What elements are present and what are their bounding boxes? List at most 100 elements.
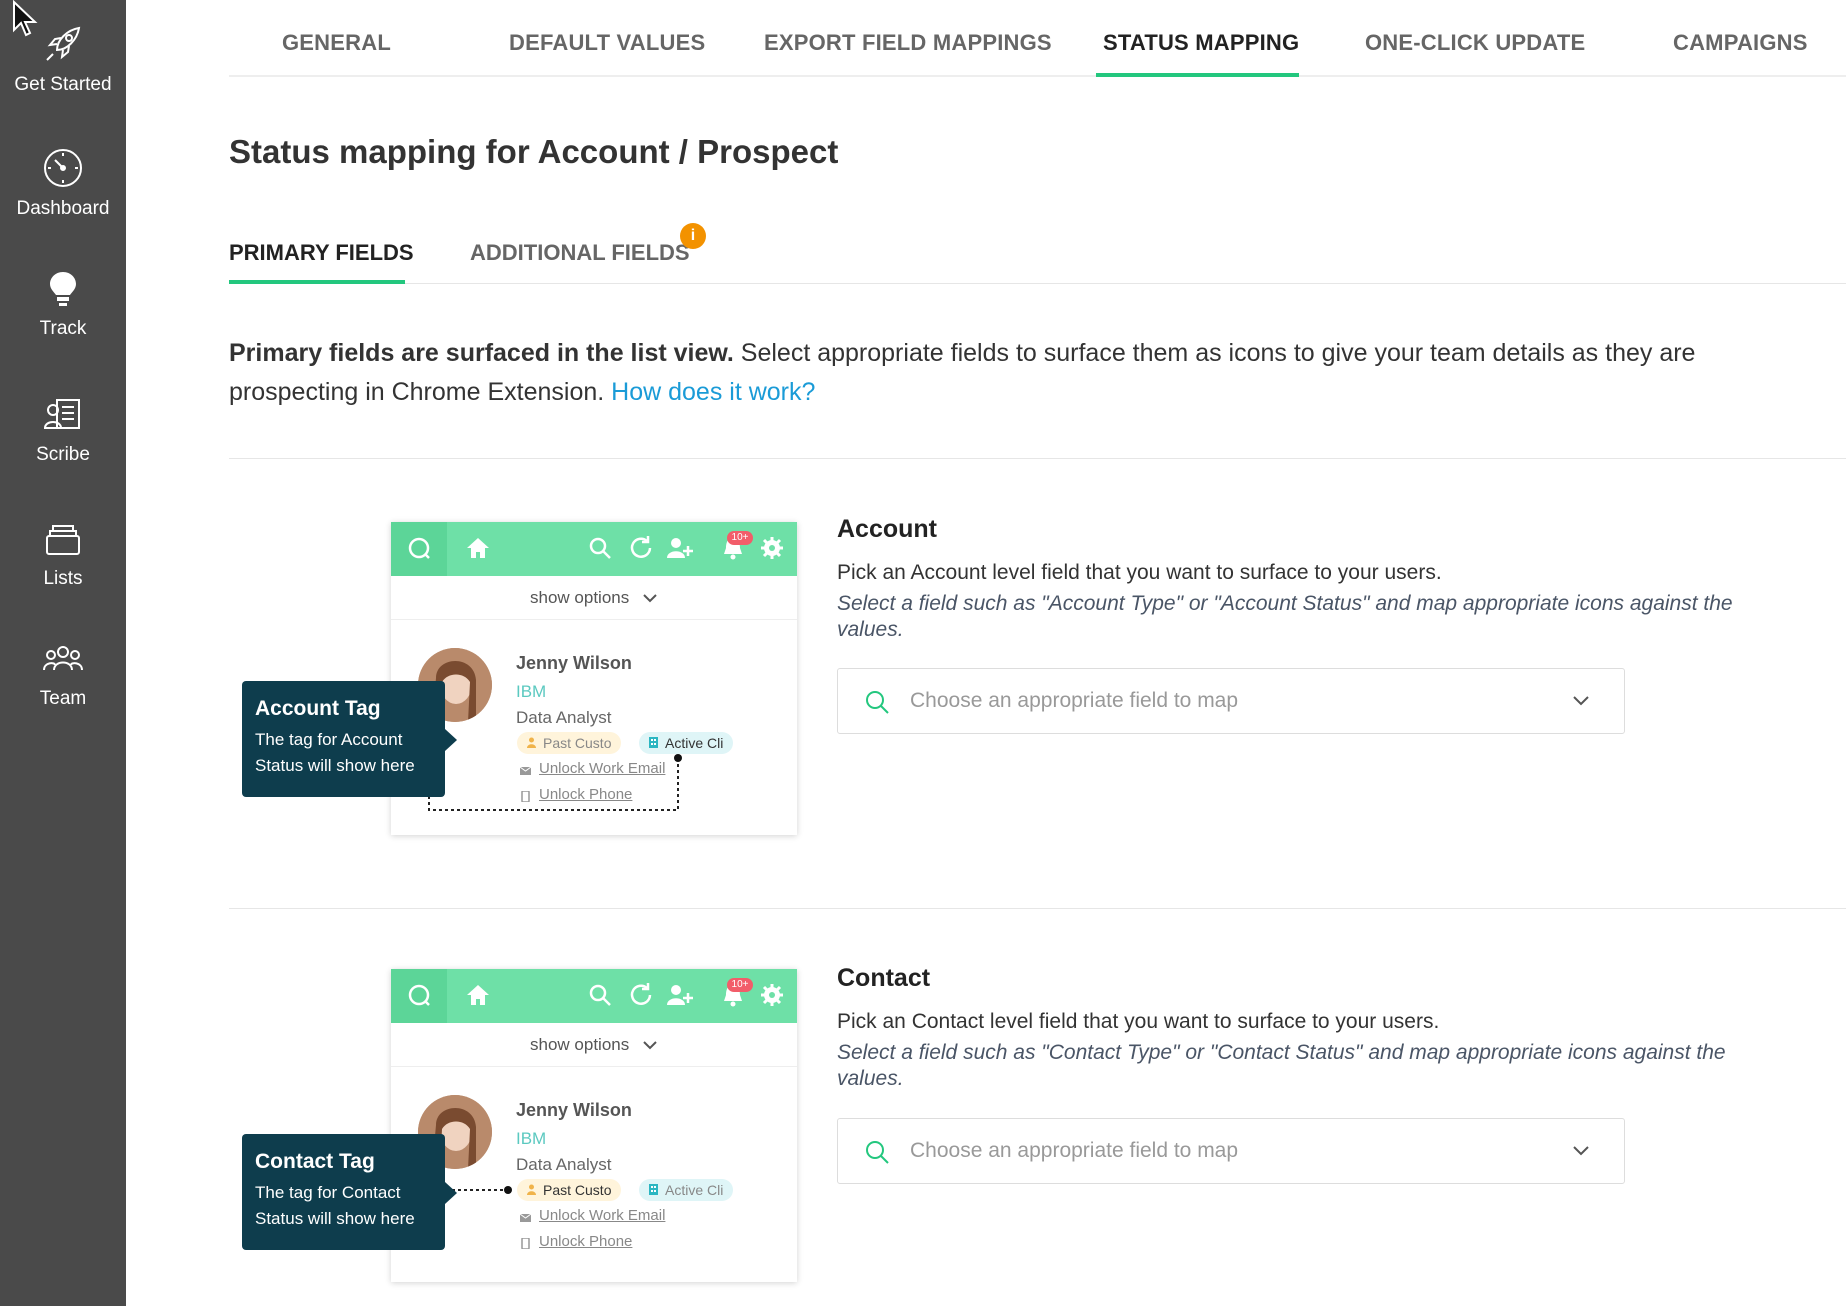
chip-label: Active Cli <box>665 1182 724 1198</box>
past-customer-chip: Past Custo <box>517 1179 622 1201</box>
gear-icon <box>761 537 783 559</box>
account-tag-desc: The tag for Account Status will show her… <box>255 730 415 775</box>
active-client-chip: Active Cli <box>639 732 734 754</box>
chevron-down-icon <box>643 594 657 603</box>
extension-toolbar: 10+ <box>391 522 797 576</box>
building-icon <box>649 1184 658 1195</box>
tab-export-field-mappings[interactable]: EXPORT FIELD MAPPINGS <box>764 30 1052 56</box>
contact-tag-title: Contact Tag <box>255 1150 375 1173</box>
tab-default-values[interactable]: DEFAULT VALUES <box>509 30 705 56</box>
sidebar-item-label: Lists <box>43 568 83 589</box>
contact-tag-desc: The tag for Contact Status will show her… <box>255 1183 415 1228</box>
unlock-phone-link: Unlock Phone <box>539 1233 633 1250</box>
add-user-icon <box>667 985 693 1005</box>
field-type-tabs: PRIMARY FIELDS ADDITIONAL FIELDS i <box>229 223 1846 284</box>
sidebar-item-dashboard[interactable]: Dashboard <box>0 146 126 220</box>
stack-icon <box>46 525 80 555</box>
tab-campaigns[interactable]: CAMPAIGNS <box>1673 30 1808 56</box>
chevron-down-icon <box>1573 1146 1589 1156</box>
sidebar-item-track[interactable]: Track <box>0 268 126 340</box>
contact-tag-tooltip: Contact Tag The tag for Contact Status w… <box>242 1134 457 1250</box>
page-title: Status mapping for Account / Prospect <box>229 133 839 170</box>
contact-company: IBM <box>516 682 547 701</box>
account-tag-tooltip: Account Tag The tag for Account Status w… <box>242 681 457 797</box>
notification-badge: 10+ <box>727 531 753 545</box>
chevron-down-icon <box>1573 696 1589 706</box>
sidebar-item-lists[interactable]: Lists <box>0 516 126 590</box>
tab-general[interactable]: GENERAL <box>282 30 391 56</box>
chip-label: Past Custo <box>543 735 612 751</box>
lightbulb-icon <box>50 272 76 306</box>
account-description: Pick an Account level field that you wan… <box>837 561 1442 584</box>
contact-name: Jenny Wilson <box>516 653 632 673</box>
account-hint: Select a field such as "Account Type" or… <box>837 592 1733 641</box>
refresh-icon <box>630 983 652 1005</box>
mail-icon <box>520 1213 531 1222</box>
contact-preview-card: 10+ show options Jenny Wilson IBM Data A… <box>391 969 797 1282</box>
search-icon <box>866 1141 889 1164</box>
chip-label: Active Cli <box>665 735 724 751</box>
home-icon <box>467 985 489 1005</box>
sidebar: Get Started Dashboard Track Scribe Lists <box>0 0 126 1306</box>
show-options-toggle: show options <box>391 576 797 620</box>
active-subtab-indicator <box>229 280 405 284</box>
sidebar-item-scribe[interactable]: Scribe <box>0 394 126 466</box>
chat-icon <box>408 537 430 559</box>
scribe-icon <box>43 399 80 429</box>
sidebar-item-team[interactable]: Team <box>0 640 126 710</box>
section-divider <box>229 458 1846 459</box>
intro-text: Primary fields are surfaced in the list … <box>229 334 1789 412</box>
contact-name: Jenny Wilson <box>516 1100 632 1120</box>
sidebar-item-label: Dashboard <box>16 198 110 219</box>
tab-one-click-update[interactable]: ONE-CLICK UPDATE <box>1365 30 1585 56</box>
rocket-icon <box>46 26 81 61</box>
account-tag-connector <box>428 754 682 811</box>
contact-heading: Contact <box>837 964 931 992</box>
how-does-it-work-link[interactable]: How does it work? <box>611 378 815 406</box>
extension-toolbar: 10+ <box>391 969 797 1023</box>
active-tab-indicator <box>1096 73 1299 77</box>
tab-status-mapping[interactable]: STATUS MAPPING <box>1103 30 1299 56</box>
contact-title: Data Analyst <box>516 708 612 727</box>
active-client-chip: Active Cli <box>639 1179 734 1201</box>
search-icon <box>589 537 611 559</box>
account-heading: Account <box>837 515 937 543</box>
sidebar-item-label: Scribe <box>36 444 90 465</box>
home-icon <box>467 538 489 558</box>
add-user-icon <box>667 538 693 558</box>
phone-icon <box>521 1238 530 1249</box>
sidebar-item-label: Team <box>39 688 87 709</box>
building-icon <box>649 737 658 748</box>
refresh-icon <box>630 536 652 558</box>
tab-primary-fields[interactable]: PRIMARY FIELDS <box>229 240 414 266</box>
mouse-cursor-icon <box>13 0 38 37</box>
chip-label: Past Custo <box>543 1182 612 1198</box>
intro-bold: Primary fields are surfaced in the list … <box>229 339 734 367</box>
clock-icon <box>44 149 82 187</box>
section-divider <box>229 908 1846 909</box>
contact-title: Data Analyst <box>516 1155 612 1174</box>
show-options-label: show options <box>530 1035 630 1054</box>
chat-icon <box>408 984 430 1006</box>
contact-hint: Select a field such as "Contact Type" or… <box>837 1041 1726 1090</box>
settings-tab-bar: GENERAL DEFAULT VALUES EXPORT FIELD MAPP… <box>229 0 1846 77</box>
account-field-select[interactable]: Choose an appropriate field to map <box>837 668 1625 734</box>
account-tag-title: Account Tag <box>255 697 381 720</box>
show-options-toggle: show options <box>391 1023 797 1067</box>
sidebar-item-label: Get Started <box>14 74 112 95</box>
gear-icon <box>761 984 783 1006</box>
info-icon[interactable]: i <box>680 223 706 249</box>
notification-badge: 10+ <box>727 978 753 992</box>
contact-company: IBM <box>516 1129 547 1148</box>
person-icon <box>527 737 536 748</box>
contact-description: Pick an Contact level field that you wan… <box>837 1010 1440 1033</box>
past-customer-chip: Past Custo <box>517 732 622 754</box>
chevron-down-icon <box>643 1041 657 1050</box>
search-icon <box>866 691 889 714</box>
search-icon <box>589 984 611 1006</box>
contact-select-placeholder: Choose an appropriate field to map <box>910 1139 1239 1162</box>
account-select-placeholder: Choose an appropriate field to map <box>910 689 1239 712</box>
tab-additional-fields[interactable]: ADDITIONAL FIELDS <box>470 240 690 266</box>
contact-field-select[interactable]: Choose an appropriate field to map <box>837 1118 1625 1184</box>
person-icon <box>527 1184 536 1195</box>
